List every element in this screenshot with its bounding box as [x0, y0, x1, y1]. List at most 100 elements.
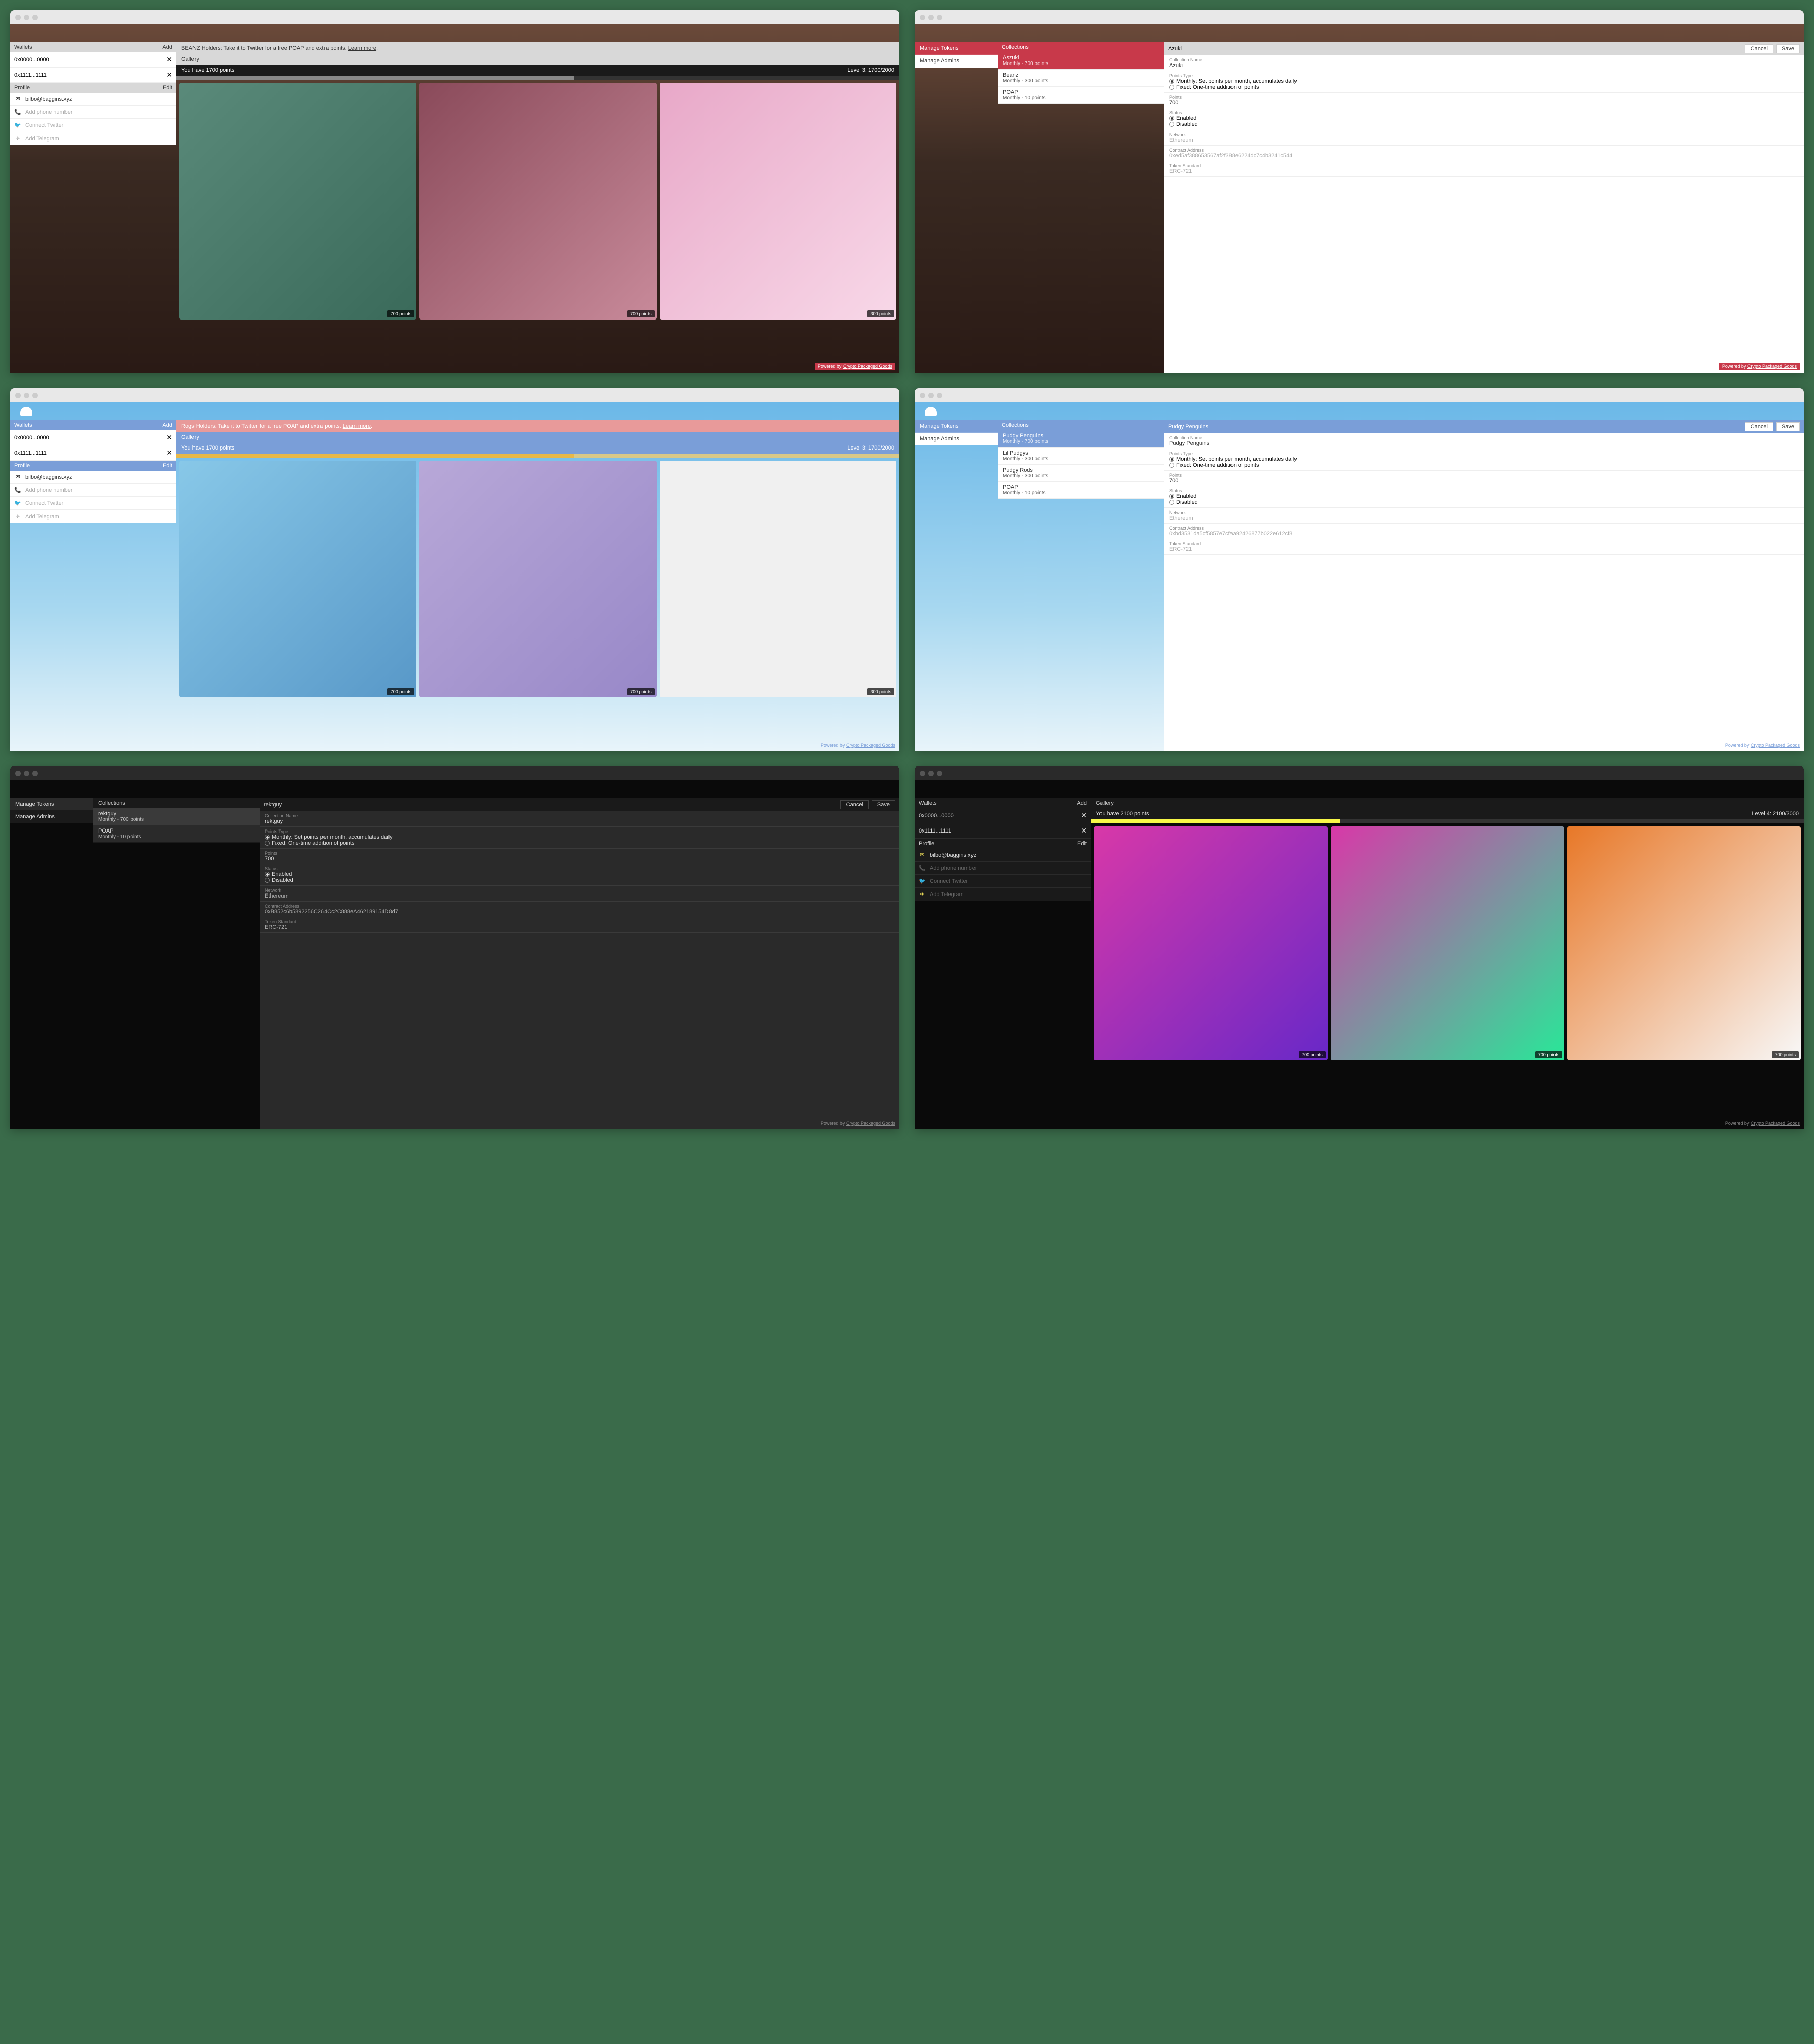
network-input[interactable]: Ethereum	[1169, 515, 1799, 521]
points-type-fixed-radio[interactable]: Fixed: One-time addition of points	[1169, 84, 1799, 90]
network-input[interactable]: Ethereum	[1169, 137, 1799, 143]
token-standard-input[interactable]: ERC-721	[265, 924, 894, 930]
email-row[interactable]: ✉bilbo@baggins.xyz	[915, 849, 1091, 862]
manage-tokens-item[interactable]: Manage Tokens	[915, 420, 998, 433]
add-wallet-button[interactable]: Add	[1077, 800, 1087, 806]
points-input[interactable]: 700	[265, 856, 894, 862]
nft-card[interactable]: 700 points	[1567, 826, 1801, 1060]
window-maximize-icon[interactable]	[32, 15, 38, 20]
email-row[interactable]: ✉bilbo@baggins.xyz	[10, 471, 176, 484]
remove-wallet-button[interactable]: ✕	[1081, 811, 1087, 820]
remove-wallet-button[interactable]: ✕	[166, 433, 172, 442]
collection-name-input[interactable]: Azuki	[1169, 62, 1799, 69]
twitter-row[interactable]: 🐦 Connect Twitter	[10, 119, 176, 132]
cancel-button[interactable]: Cancel	[1745, 44, 1773, 53]
telegram-row[interactable]: ✈Add Telegram	[915, 888, 1091, 901]
edit-profile-button[interactable]: Edit	[1077, 841, 1087, 847]
window-minimize-icon[interactable]	[928, 393, 934, 398]
remove-wallet-button[interactable]: ✕	[1081, 826, 1087, 835]
remove-wallet-button[interactable]: ✕	[166, 55, 172, 64]
manage-admins-item[interactable]: Manage Admins	[915, 55, 998, 68]
nft-card[interactable]: 700 points	[179, 461, 416, 697]
footer-link[interactable]: Crypto Packaged Goods	[1751, 1121, 1800, 1126]
points-type-monthly-radio[interactable]: Monthly: Set points per month, accumulat…	[1169, 456, 1799, 462]
twitter-row[interactable]: 🐦Connect Twitter	[915, 875, 1091, 888]
cancel-button[interactable]: Cancel	[1745, 422, 1773, 431]
nft-card[interactable]: 700 points	[1331, 826, 1565, 1060]
twitter-row[interactable]: 🐦Connect Twitter	[10, 497, 176, 510]
cancel-button[interactable]: Cancel	[840, 800, 869, 809]
collection-item[interactable]: Lil PudgysMonthly - 300 points	[998, 448, 1164, 465]
remove-wallet-button[interactable]: ✕	[166, 449, 172, 457]
window-close-icon[interactable]	[920, 393, 925, 398]
window-close-icon[interactable]	[15, 771, 21, 776]
collection-item[interactable]: POAPMonthly - 10 points	[998, 482, 1164, 499]
nft-card[interactable]: 700 points	[1094, 826, 1328, 1060]
edit-profile-button[interactable]: Edit	[163, 85, 172, 91]
phone-row[interactable]: 📞Add phone number	[10, 484, 176, 497]
points-type-fixed-radio[interactable]: Fixed: One-time addition of points	[1169, 462, 1799, 468]
points-type-monthly-radio[interactable]: Monthly: Set points per month, accumulat…	[265, 834, 894, 840]
collection-item[interactable]: rektguyMonthly - 700 points	[93, 808, 260, 825]
save-button[interactable]: Save	[1776, 44, 1800, 53]
window-close-icon[interactable]	[920, 15, 925, 20]
phone-row[interactable]: 📞Add phone number	[915, 862, 1091, 875]
telegram-row[interactable]: ✈ Add Telegram	[10, 132, 176, 145]
window-minimize-icon[interactable]	[24, 393, 29, 398]
manage-admins-item[interactable]: Manage Admins	[915, 433, 998, 445]
status-disabled-radio[interactable]: Disabled	[265, 877, 894, 883]
phone-row[interactable]: 📞 Add phone number	[10, 106, 176, 119]
window-close-icon[interactable]	[920, 771, 925, 776]
remove-wallet-button[interactable]: ✕	[166, 71, 172, 79]
banner-link[interactable]: Learn more	[348, 45, 376, 51]
window-maximize-icon[interactable]	[937, 393, 942, 398]
status-enabled-radio[interactable]: Enabled	[1169, 115, 1799, 121]
add-wallet-button[interactable]: Add	[162, 422, 172, 428]
window-maximize-icon[interactable]	[32, 393, 38, 398]
collection-item[interactable]: Pudgy RodsMonthly - 300 points	[998, 465, 1164, 482]
token-standard-input[interactable]: ERC-721	[1169, 546, 1799, 552]
collection-item[interactable]: POAPMonthly - 10 points	[998, 87, 1164, 104]
collection-item[interactable]: POAPMonthly - 10 points	[93, 825, 260, 843]
collection-name-input[interactable]: Pudgy Penguins	[1169, 440, 1799, 446]
footer-link[interactable]: Crypto Packaged Goods	[1747, 364, 1797, 369]
footer-link[interactable]: Crypto Packaged Goods	[1751, 743, 1800, 748]
collection-item[interactable]: BeanzMonthly - 300 points	[998, 70, 1164, 87]
collection-name-input[interactable]: rektguy	[265, 818, 894, 824]
status-disabled-radio[interactable]: Disabled	[1169, 121, 1799, 127]
footer-link[interactable]: Crypto Packaged Goods	[843, 364, 892, 369]
window-minimize-icon[interactable]	[24, 15, 29, 20]
window-close-icon[interactable]	[15, 15, 21, 20]
footer-link[interactable]: Crypto Packaged Goods	[846, 743, 895, 748]
points-type-monthly-radio[interactable]: Monthly: Set points per month, accumulat…	[1169, 78, 1799, 84]
nft-card[interactable]: 300 points	[660, 461, 896, 697]
nft-card[interactable]: 700 points	[179, 83, 416, 320]
window-close-icon[interactable]	[15, 393, 21, 398]
edit-profile-button[interactable]: Edit	[163, 463, 172, 469]
email-row[interactable]: ✉ bilbo@baggins.xyz	[10, 93, 176, 106]
collection-item[interactable]: Pudgy PenguinsMonthly - 700 points	[998, 430, 1164, 448]
window-minimize-icon[interactable]	[928, 771, 934, 776]
manage-tokens-item[interactable]: Manage Tokens	[915, 42, 998, 55]
window-minimize-icon[interactable]	[928, 15, 934, 20]
network-input[interactable]: Ethereum	[265, 893, 894, 899]
status-disabled-radio[interactable]: Disabled	[1169, 499, 1799, 505]
status-enabled-radio[interactable]: Enabled	[265, 871, 894, 877]
manage-admins-item[interactable]: Manage Admins	[10, 811, 93, 823]
collection-item[interactable]: AszukiMonthly - 700 points	[998, 52, 1164, 70]
contract-address-input[interactable]: 0xed5af388653567af2f388e6224dc7c4b3241c5…	[1169, 153, 1799, 159]
window-maximize-icon[interactable]	[32, 771, 38, 776]
window-maximize-icon[interactable]	[937, 771, 942, 776]
points-input[interactable]: 700	[1169, 478, 1799, 484]
token-standard-input[interactable]: ERC-721	[1169, 168, 1799, 174]
nft-card[interactable]: 700 points	[419, 83, 656, 320]
window-maximize-icon[interactable]	[937, 15, 942, 20]
status-enabled-radio[interactable]: Enabled	[1169, 493, 1799, 499]
contract-address-input[interactable]: 0xB852c6b5892256C264Cc2C888eA462189154D8…	[265, 909, 894, 915]
add-wallet-button[interactable]: Add	[162, 44, 172, 50]
nft-card[interactable]: 700 points	[419, 461, 656, 697]
points-input[interactable]: 700	[1169, 100, 1799, 106]
banner-link[interactable]: Learn more	[343, 423, 371, 429]
manage-tokens-item[interactable]: Manage Tokens	[10, 798, 93, 811]
window-minimize-icon[interactable]	[24, 771, 29, 776]
